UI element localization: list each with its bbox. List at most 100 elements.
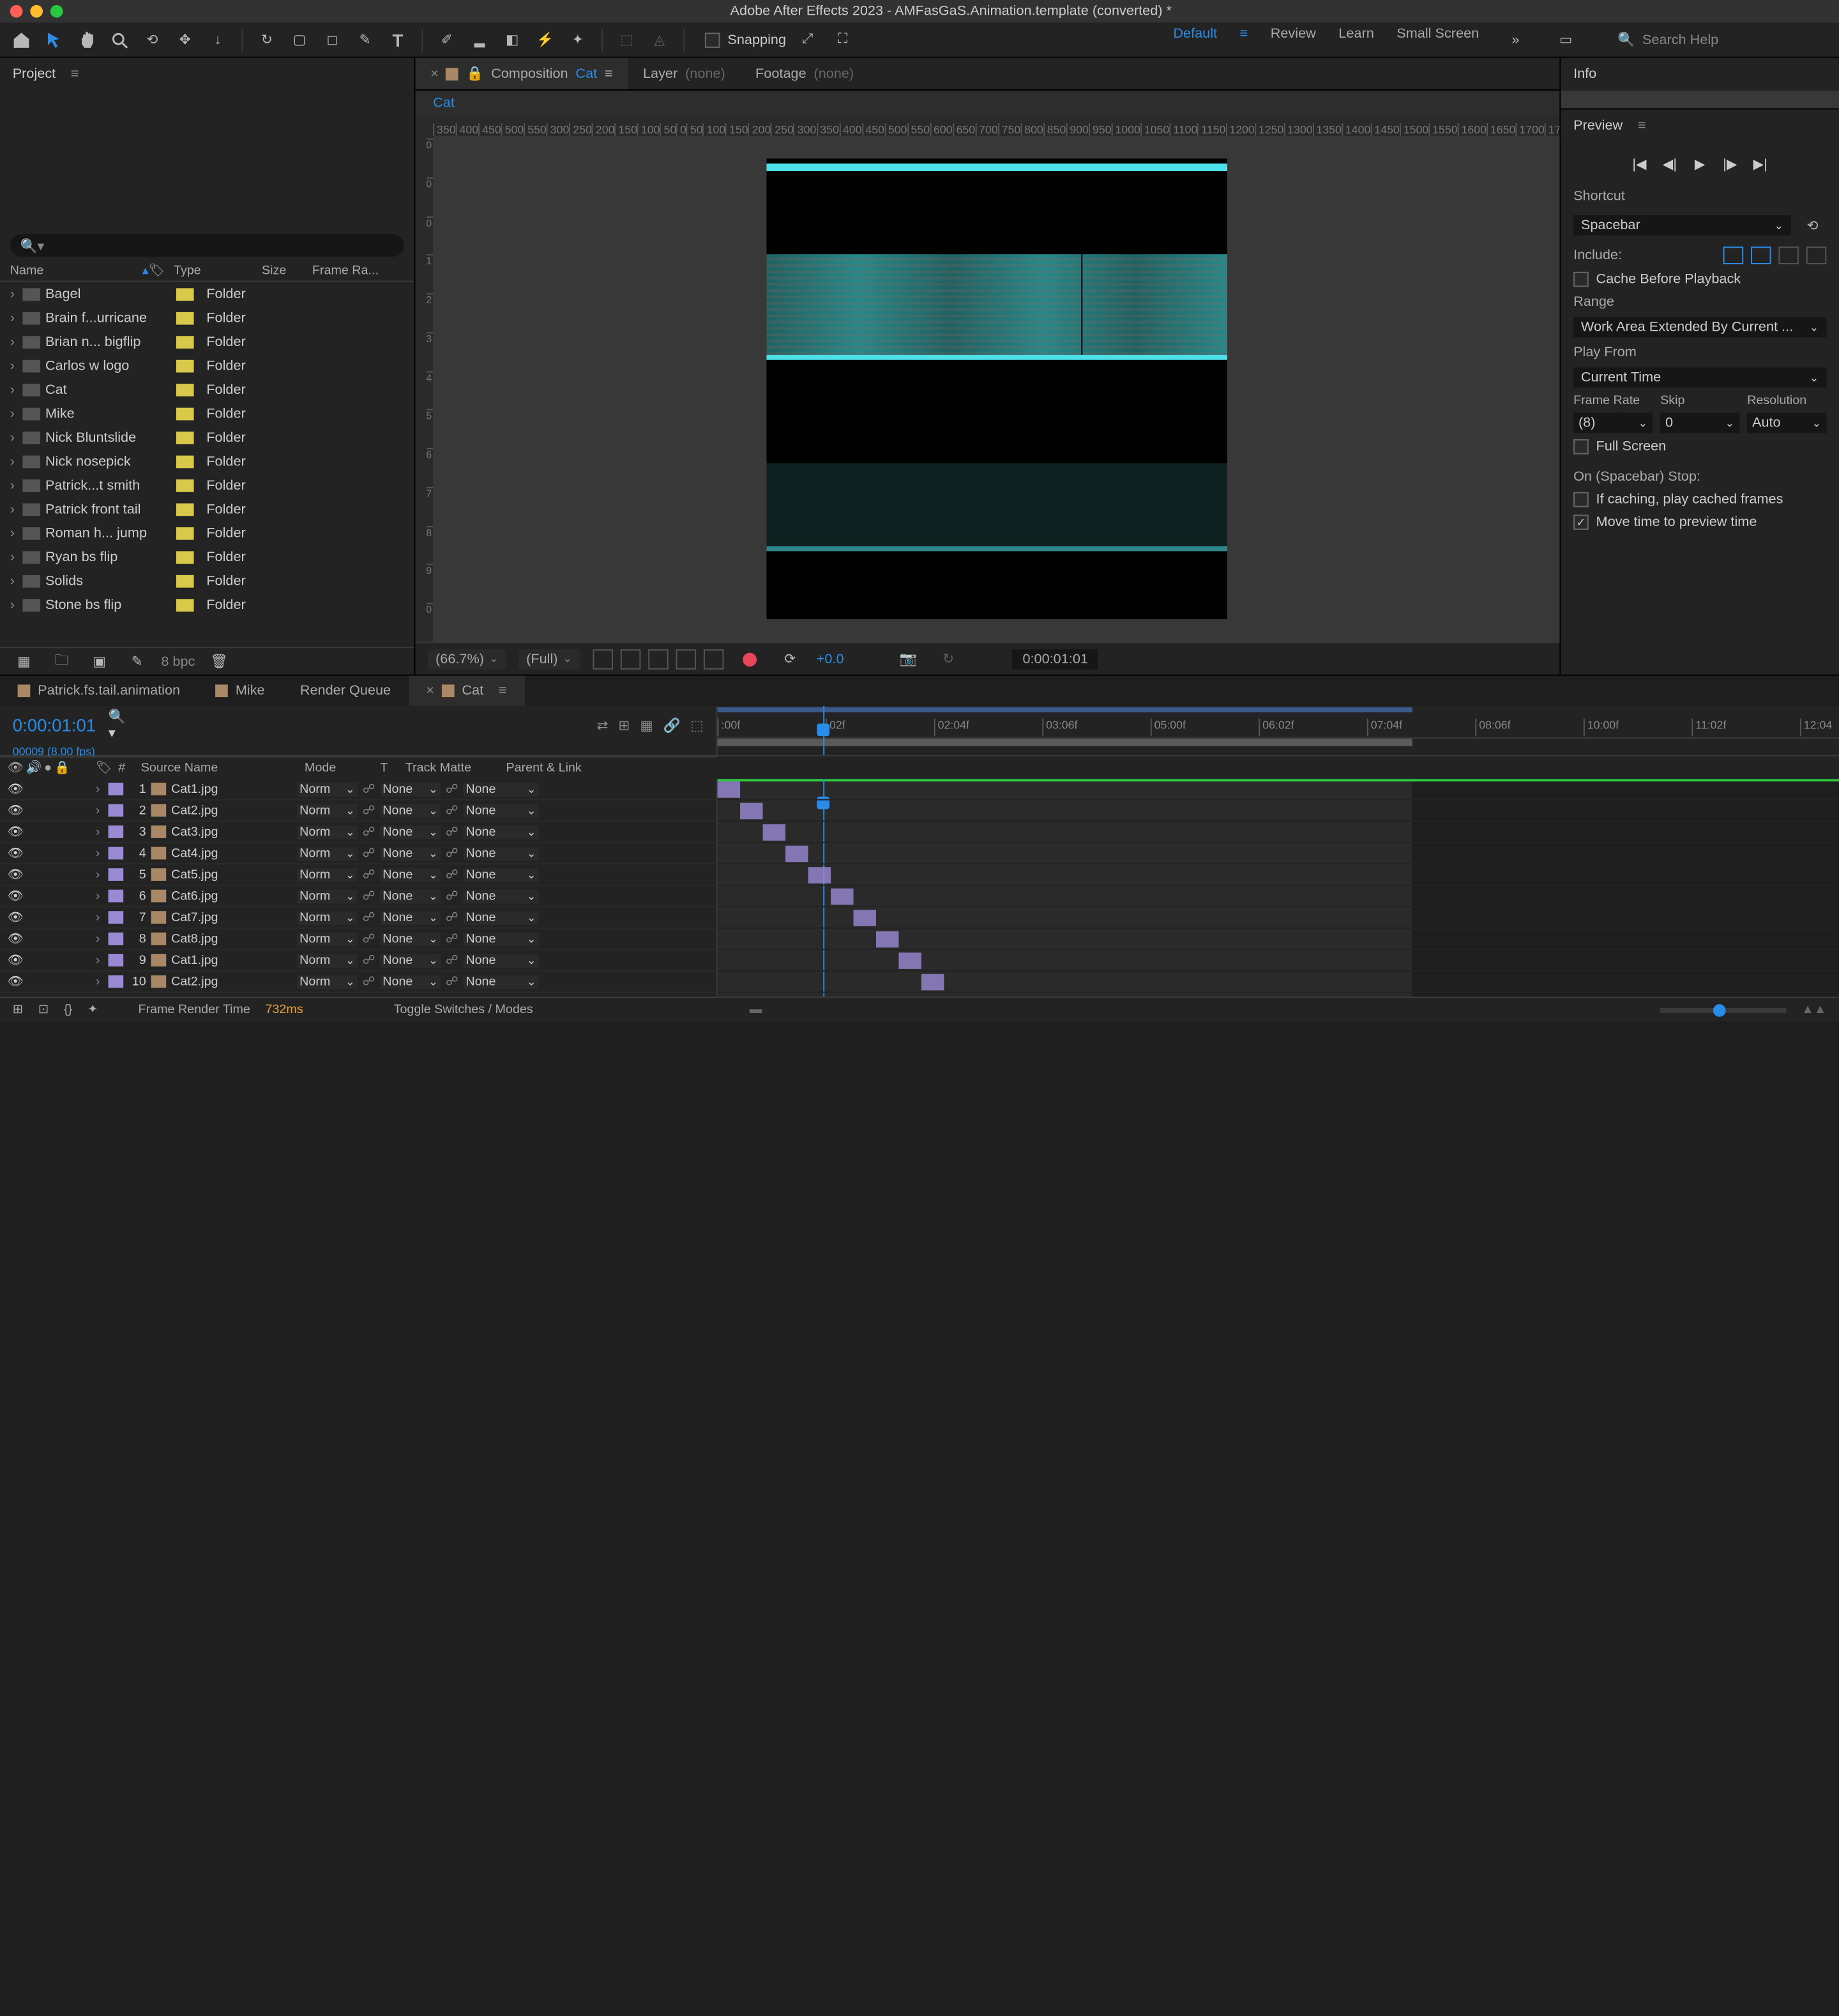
tl-icon3[interactable]: ▦ bbox=[640, 717, 653, 733]
parent-select[interactable]: None⌄ bbox=[463, 889, 538, 903]
workspace-more-icon[interactable]: » bbox=[1502, 26, 1529, 53]
project-item[interactable]: ›Stone bs flipFolder bbox=[0, 592, 414, 616]
parent-link-icon[interactable]: ☍ bbox=[446, 868, 464, 882]
playhead[interactable] bbox=[823, 706, 824, 755]
show-snapshot-icon[interactable]: ↻ bbox=[934, 645, 962, 672]
label-swatch[interactable] bbox=[109, 911, 124, 924]
range-select[interactable]: Work Area Extended By Current ...⌄ bbox=[1573, 317, 1826, 338]
mode-select[interactable]: Norm⌄ bbox=[297, 910, 358, 924]
project-search[interactable]: 🔍▾ bbox=[10, 234, 404, 257]
layer-row[interactable]: 👁›3Cat3.jpgNorm⌄☍None⌄☍None⌄ bbox=[0, 822, 716, 843]
snapshot-icon[interactable]: 📷 bbox=[894, 645, 921, 672]
new-folder-icon[interactable]: 🗀 bbox=[48, 647, 75, 675]
workspace-default[interactable]: Default bbox=[1173, 26, 1217, 53]
matte-select[interactable]: None⌄ bbox=[380, 953, 441, 967]
timeline-tab[interactable]: Mike bbox=[198, 676, 283, 706]
workspace-review[interactable]: Review bbox=[1271, 26, 1316, 53]
resolution-select[interactable]: Auto⌄ bbox=[1747, 413, 1826, 433]
tl-icon1[interactable]: ⇄ bbox=[596, 717, 608, 733]
visibility-icon[interactable]: 👁 bbox=[8, 910, 23, 924]
mode-select[interactable]: Norm⌄ bbox=[297, 825, 358, 839]
tl-ft-icon3[interactable]: {} bbox=[64, 1003, 72, 1017]
visibility-icon[interactable]: 👁 bbox=[8, 868, 23, 882]
project-item[interactable]: ›Carlos w logoFolder bbox=[0, 354, 414, 377]
include-overlay-icon[interactable] bbox=[1778, 246, 1799, 264]
selection-tool-icon[interactable] bbox=[40, 26, 68, 53]
parent-select[interactable]: None⌄ bbox=[463, 868, 538, 882]
parent-select[interactable]: None⌄ bbox=[463, 910, 538, 924]
label-swatch[interactable] bbox=[109, 933, 124, 945]
parent-select[interactable]: None⌄ bbox=[463, 932, 538, 946]
shape-tool-icon[interactable]: ◻ bbox=[319, 26, 346, 53]
matte-select[interactable]: None⌄ bbox=[380, 804, 441, 818]
reset-exposure-icon[interactable]: ⟳ bbox=[776, 645, 804, 672]
guides-icon[interactable] bbox=[703, 649, 723, 669]
layer-row[interactable]: 👁›5Cat5.jpgNorm⌄☍None⌄☍None⌄ bbox=[0, 864, 716, 886]
link-icon[interactable]: ☍ bbox=[363, 953, 381, 967]
zoom-slider[interactable] bbox=[1660, 1007, 1786, 1012]
mode-select[interactable]: Norm⌄ bbox=[297, 782, 358, 796]
visibility-icon[interactable]: 👁 bbox=[8, 975, 23, 989]
label-swatch[interactable] bbox=[176, 598, 194, 611]
link-icon[interactable]: ☍ bbox=[363, 804, 381, 818]
pan-behind-tool-icon[interactable]: ✥ bbox=[171, 26, 199, 53]
visibility-icon[interactable]: 👁 bbox=[8, 932, 23, 946]
timeline-tab[interactable]: Patrick.fs.tail.animation bbox=[0, 676, 198, 706]
prev-frame-icon[interactable]: ◀| bbox=[1661, 154, 1679, 172]
rotate-tool-icon[interactable]: ↻ bbox=[253, 26, 280, 53]
trash-icon[interactable]: 🗑 bbox=[205, 647, 232, 675]
shortcut-select[interactable]: Spacebar⌄ bbox=[1573, 215, 1791, 236]
snap-opt1-icon[interactable]: ⤢ bbox=[794, 26, 821, 53]
link-icon[interactable]: ☍ bbox=[363, 868, 381, 882]
layer-clip[interactable] bbox=[808, 867, 831, 884]
parent-select[interactable]: None⌄ bbox=[463, 975, 538, 989]
label-col-icon[interactable]: 🏷 bbox=[96, 762, 118, 776]
visibility-icon[interactable]: 👁 bbox=[8, 782, 23, 796]
layer-row[interactable]: 👁›9Cat1.jpgNorm⌄☍None⌄☍None⌄ bbox=[0, 950, 716, 972]
include-audio-icon[interactable] bbox=[1751, 246, 1771, 264]
timeline-tab[interactable]: ×Cat≡ bbox=[409, 676, 524, 706]
play-icon[interactable]: ▶ bbox=[1691, 154, 1709, 172]
label-swatch[interactable] bbox=[109, 975, 124, 988]
movetime-checkbox[interactable] bbox=[1573, 515, 1589, 530]
zoom-tool-icon[interactable] bbox=[106, 26, 133, 53]
layer-clip[interactable] bbox=[876, 931, 898, 948]
zoom-in-icon[interactable]: ▲▲ bbox=[1801, 1003, 1826, 1017]
next-frame-icon[interactable]: |▶ bbox=[1722, 154, 1739, 172]
zoom-dropdown[interactable]: (66.7%)⌄ bbox=[428, 649, 506, 669]
pen-tool-icon[interactable]: ✎ bbox=[351, 26, 379, 53]
tl-icon4[interactable]: 🔗 bbox=[663, 717, 681, 733]
skip-select[interactable]: 0⌄ bbox=[1660, 413, 1739, 433]
framerate-select[interactable]: (8)⌄ bbox=[1573, 413, 1653, 433]
layer-clip[interactable] bbox=[898, 952, 921, 969]
layer-clip[interactable] bbox=[921, 974, 944, 991]
timeline-ruler[interactable]: :00f02f02:04f03:06f05:00f06:02f07:04f08:… bbox=[718, 714, 1839, 739]
video-col-icon[interactable]: 👁 bbox=[8, 762, 24, 776]
comp-tab-layer[interactable]: Layer (none) bbox=[628, 58, 740, 89]
project-item[interactable]: ›Brian n... bigflipFolder bbox=[0, 329, 414, 353]
link-icon[interactable]: ☍ bbox=[363, 825, 381, 839]
matte-select[interactable]: None⌄ bbox=[380, 975, 441, 989]
transparency-grid-icon[interactable] bbox=[593, 649, 613, 669]
label-swatch[interactable] bbox=[109, 954, 124, 967]
project-item[interactable]: ›Roman h... jumpFolder bbox=[0, 521, 414, 545]
mode-select[interactable]: Norm⌄ bbox=[297, 975, 358, 989]
matte-select[interactable]: None⌄ bbox=[380, 868, 441, 882]
parent-link-icon[interactable]: ☍ bbox=[446, 975, 464, 989]
snapping-checkbox[interactable] bbox=[705, 32, 720, 47]
solo-col-icon[interactable]: ● bbox=[44, 762, 52, 776]
close-icon[interactable]: × bbox=[430, 66, 439, 81]
link-icon[interactable]: ☍ bbox=[363, 782, 381, 796]
matte-select[interactable]: None⌄ bbox=[380, 910, 441, 924]
project-item[interactable]: ›Nick nosepickFolder bbox=[0, 449, 414, 473]
link-icon[interactable]: ☍ bbox=[363, 975, 381, 989]
tl-ft-icon1[interactable]: ⊞ bbox=[13, 1003, 24, 1017]
matte-select[interactable]: None⌄ bbox=[380, 782, 441, 796]
project-item[interactable]: ›Brain f...urricaneFolder bbox=[0, 306, 414, 329]
project-item[interactable]: ›MikeFolder bbox=[0, 402, 414, 425]
matte-select[interactable]: None⌄ bbox=[380, 889, 441, 903]
maximize-window[interactable] bbox=[50, 5, 63, 18]
3d-tool-icon[interactable]: ⬚ bbox=[613, 26, 640, 53]
layer-row[interactable]: 👁›6Cat6.jpgNorm⌄☍None⌄☍None⌄ bbox=[0, 886, 716, 908]
label-swatch[interactable] bbox=[109, 890, 124, 903]
